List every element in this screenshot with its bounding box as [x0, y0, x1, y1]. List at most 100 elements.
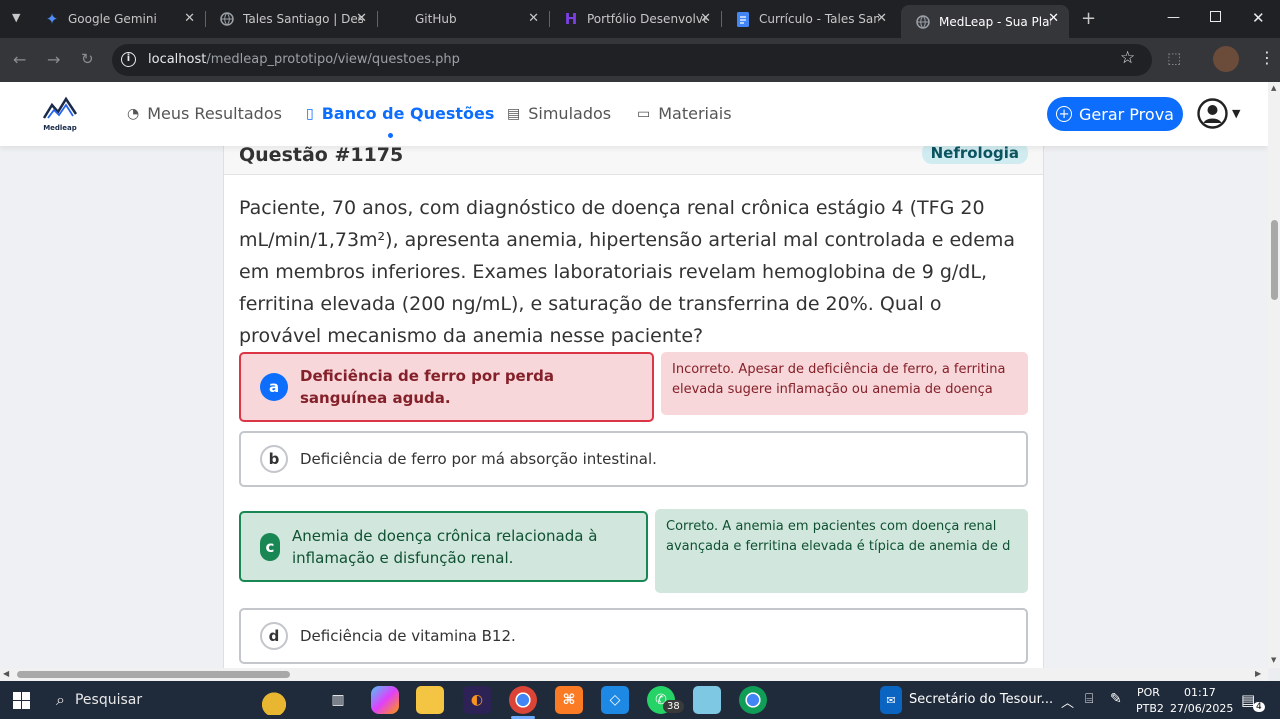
- windows-taskbar: ⌕ Pesquisar ▥ ◐ ⌘ ◇ ✆ 38 ✉ Secretário do…: [0, 681, 1280, 719]
- site-info-icon[interactable]: i: [121, 52, 136, 67]
- eclipse-icon[interactable]: ◐: [463, 686, 491, 714]
- close-icon[interactable]: ✕: [876, 11, 887, 26]
- horizontal-scrollbar[interactable]: ◀ ▶: [0, 668, 1268, 681]
- minimize-icon[interactable]: —: [1167, 10, 1180, 25]
- option-letter: a: [260, 373, 288, 401]
- option-text: Anemia de doença crônica relacionada à i…: [292, 526, 598, 567]
- option-letter: c: [260, 532, 280, 561]
- close-icon[interactable]: ✕: [1048, 11, 1059, 26]
- close-icon[interactable]: ✕: [528, 11, 539, 26]
- option-a[interactable]: a Deficiência de ferro por perda sanguín…: [239, 352, 654, 422]
- windows-start-icon[interactable]: [13, 692, 30, 709]
- profile-avatar[interactable]: [1213, 46, 1239, 72]
- scroll-left-icon[interactable]: ◀: [3, 669, 9, 678]
- option-letter: d: [260, 622, 288, 650]
- option-c[interactable]: c Anemia de doença crônica relacionada à…: [239, 511, 648, 582]
- tab-title: Portfólio Desenvolve: [587, 12, 707, 26]
- question-title: Questão #1175: [239, 144, 404, 166]
- tab-medleap[interactable]: MedLeap - Sua Plataf ✕: [901, 5, 1069, 38]
- tab-curriculo[interactable]: Currículo - Tales Sant ✕: [721, 0, 897, 38]
- tab-tales-santiago[interactable]: Tales Santiago | Dese ✕: [205, 0, 377, 38]
- github-icon: [391, 11, 407, 27]
- task-view-icon[interactable]: ▥: [324, 686, 352, 714]
- book-icon: ▯: [306, 105, 314, 122]
- scroll-up-icon[interactable]: ▲: [1271, 84, 1276, 92]
- browser-tab-bar: ▼ ✦ Google Gemini ✕ Tales Santiago | Des…: [0, 0, 1280, 38]
- tab-title: GitHub: [415, 12, 457, 26]
- plus-circle-icon: +: [1056, 106, 1073, 122]
- close-icon[interactable]: ✕: [184, 11, 195, 26]
- network-icon[interactable]: ⌸: [1085, 691, 1093, 707]
- page-content: Medleap ◔ Meus Resultados ▯ Banco de Que…: [0, 82, 1268, 668]
- close-window-icon[interactable]: ✕: [1252, 9, 1265, 27]
- xampp-icon[interactable]: ⌘: [555, 686, 583, 714]
- option-text: Deficiência de vitamina B12.: [300, 627, 516, 645]
- tab-title: Tales Santiago | Dese: [243, 12, 363, 26]
- pen-icon[interactable]: ✎: [1110, 691, 1122, 707]
- nav-label: Materiais: [658, 104, 732, 123]
- chrome-icon[interactable]: [509, 686, 537, 714]
- scroll-down-icon[interactable]: ▼: [1271, 656, 1276, 664]
- gerar-prova-label: Gerar Prova: [1079, 104, 1174, 124]
- nav-meus-resultados[interactable]: ◔ Meus Resultados: [127, 104, 282, 123]
- nav-materiais[interactable]: ▭ Materiais: [637, 104, 732, 123]
- nav-label: Simulados: [528, 104, 612, 123]
- option-b[interactable]: b Deficiência de ferro por má absorção i…: [239, 431, 1028, 487]
- chevron-up-icon[interactable]: ︿: [1061, 692, 1074, 711]
- medleap-logo[interactable]: Medleap: [42, 96, 78, 132]
- notification-text[interactable]: Secretário do Tesour...: [909, 692, 1053, 707]
- back-icon[interactable]: ←: [13, 50, 26, 69]
- clock-date[interactable]: 27/06/2025: [1170, 702, 1233, 715]
- forward-icon[interactable]: →: [47, 50, 60, 69]
- tab-search-button[interactable]: ▼: [12, 11, 20, 24]
- outlook-icon[interactable]: ✉: [880, 686, 902, 714]
- question-text: Paciente, 70 anos, com diagnóstico de do…: [239, 197, 1016, 347]
- vscode-icon[interactable]: ◇: [601, 686, 629, 714]
- docs-icon: [735, 11, 751, 27]
- tab-google-gemini[interactable]: ✦ Google Gemini ✕: [30, 0, 205, 38]
- nav-banco-de-questoes[interactable]: ▯ Banco de Questões: [306, 104, 494, 123]
- address-bar[interactable]: i localhost/medleap_prototipo/view/quest…: [112, 44, 1152, 76]
- user-menu[interactable]: ▼: [1197, 98, 1240, 129]
- tab-github[interactable]: GitHub ✕: [377, 0, 549, 38]
- scroll-right-icon[interactable]: ▶: [1255, 669, 1261, 678]
- copilot-icon[interactable]: [371, 686, 399, 714]
- menu-icon[interactable]: ⋮: [1259, 48, 1275, 67]
- url-text: localhost/medleap_prototipo/view/questoe…: [148, 52, 460, 67]
- language-bottom[interactable]: PTB2: [1136, 702, 1164, 715]
- bookmark-star-icon[interactable]: ☆: [1120, 48, 1135, 68]
- vertical-scroll-thumb[interactable]: [1271, 220, 1278, 300]
- clock-time[interactable]: 01:17: [1184, 686, 1216, 699]
- language-top[interactable]: POR: [1137, 686, 1160, 699]
- pineapple-icon: [256, 685, 292, 715]
- gerar-prova-button[interactable]: + Gerar Prova: [1047, 97, 1183, 131]
- whatsapp-badge: 38: [663, 700, 684, 713]
- taskbar-search[interactable]: ⌕ Pesquisar: [46, 681, 296, 719]
- option-c-feedback: Correto. A anemia em pacientes com doenç…: [655, 509, 1028, 593]
- chrome-secondary-icon[interactable]: [739, 686, 767, 714]
- extensions-icon[interactable]: ⬚: [1167, 49, 1181, 67]
- nav-simulados[interactable]: ▤ Simulados: [507, 104, 611, 123]
- horizontal-scroll-thumb[interactable]: [17, 671, 290, 678]
- tab-portfolio[interactable]: H Portfólio Desenvolve ✕: [549, 0, 721, 38]
- close-icon[interactable]: ✕: [356, 11, 367, 26]
- file-explorer-icon[interactable]: [416, 686, 444, 714]
- option-d[interactable]: d Deficiência de vitamina B12.: [239, 608, 1028, 664]
- gauge-icon: ◔: [127, 105, 140, 122]
- vertical-scrollbar[interactable]: ▲ ▼: [1268, 82, 1280, 668]
- option-a-feedback: Incorreto. Apesar de deficiência de ferr…: [661, 352, 1028, 415]
- restore-icon[interactable]: [1210, 11, 1221, 22]
- option-text: Deficiência de ferro por má absorção int…: [300, 450, 657, 468]
- reload-icon[interactable]: ↻: [81, 50, 94, 68]
- tab-title: Google Gemini: [68, 12, 157, 26]
- logo-text: Medleap: [43, 124, 77, 132]
- close-icon[interactable]: ✕: [700, 11, 711, 26]
- notepad-icon[interactable]: [693, 686, 721, 714]
- search-placeholder: Pesquisar: [74, 692, 143, 708]
- option-text: Deficiência de ferro por perda sanguínea…: [300, 367, 554, 407]
- new-tab-icon[interactable]: +: [1081, 8, 1096, 29]
- user-circle-icon: [1197, 98, 1228, 129]
- active-indicator: [388, 133, 393, 138]
- tab-title: Currículo - Tales Sant: [759, 12, 879, 26]
- document-icon: ▤: [507, 105, 521, 122]
